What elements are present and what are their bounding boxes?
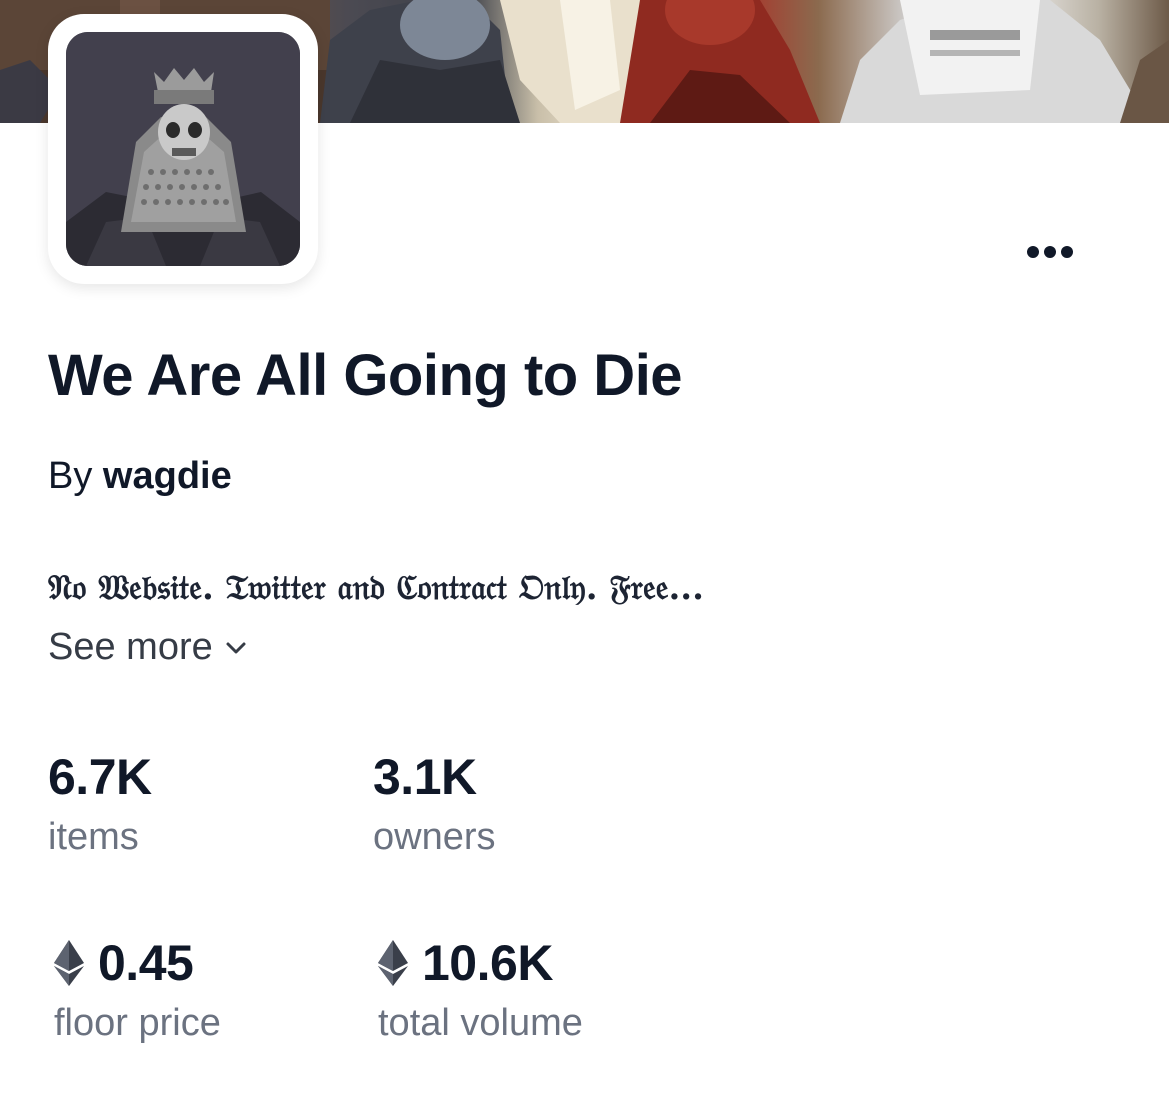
stat-items-value: 6.7K [48, 749, 152, 805]
stat-total-volume[interactable]: 10.6K total volume [378, 934, 583, 1045]
stat-owners[interactable]: 3.1K owners [373, 748, 496, 859]
collection-avatar [66, 32, 300, 266]
stat-floor-price-value: 0.45 [98, 935, 194, 991]
more-options-button[interactable] [1018, 232, 1082, 272]
creator-link[interactable]: wagdie [103, 455, 232, 497]
collection-avatar-frame [48, 14, 318, 284]
see-more-button[interactable]: See more [48, 626, 247, 669]
collection-page: We Are All Going to Die By wagdie 𝔑𝔬 𝔚𝔢𝔟… [0, 0, 1169, 1098]
stat-floor-price-row: 0.45 [54, 934, 221, 992]
stat-owners-label: owners [373, 816, 496, 858]
stat-total-volume-value: 10.6K [422, 935, 553, 991]
skull-king-avatar-image [66, 32, 300, 266]
stat-owners-value: 3.1K [373, 749, 477, 805]
stat-floor-price-label: floor price [54, 1002, 221, 1044]
collection-description: 𝔑𝔬 𝔚𝔢𝔟𝔰𝔦𝔱𝔢. 𝔗𝔴𝔦𝔱𝔱𝔢𝔯 𝔞𝔫𝔡 ℭ𝔬𝔫𝔱𝔯𝔞𝔠𝔱 𝔒𝔫𝔩𝔶. 𝔉… [48, 568, 704, 608]
see-more-label: See more [48, 626, 213, 668]
stat-items[interactable]: 6.7K items [48, 748, 152, 859]
more-horizontal-icon [1027, 246, 1073, 258]
stat-total-volume-label: total volume [378, 1002, 583, 1044]
by-prefix: By [48, 455, 93, 497]
chevron-down-icon [226, 642, 246, 653]
collection-title: We Are All Going to Die [48, 343, 683, 408]
stat-total-volume-row: 10.6K [378, 934, 583, 992]
ethereum-icon [54, 940, 84, 986]
stat-items-label: items [48, 816, 139, 858]
creator-byline: By wagdie [48, 455, 232, 498]
ethereum-icon [378, 940, 408, 986]
stat-floor-price[interactable]: 0.45 floor price [54, 934, 221, 1045]
